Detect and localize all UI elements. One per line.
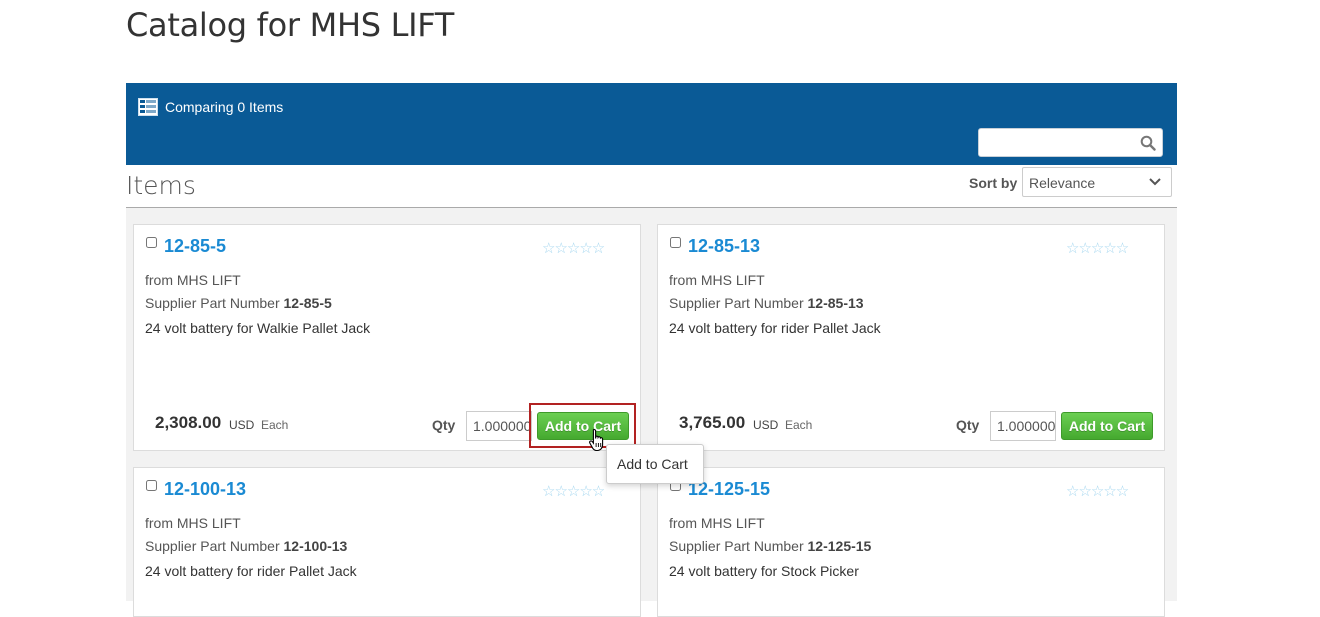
- product-name-link[interactable]: 12-85-13: [688, 236, 760, 257]
- currency: USD: [753, 418, 779, 432]
- product-description: 24 volt battery for Stock Picker: [669, 563, 859, 579]
- compare-checkbox[interactable]: [146, 237, 157, 248]
- add-to-cart-button[interactable]: Add to Cart: [1061, 412, 1153, 440]
- compare-checkbox[interactable]: [670, 237, 681, 248]
- compare-label[interactable]: Comparing 0 Items: [165, 99, 283, 115]
- product-description: 24 volt battery for rider Pallet Jack: [145, 563, 357, 579]
- supplier-name: from MHS LIFT: [669, 272, 765, 288]
- rating-stars-icon[interactable]: ☆☆☆☆☆: [1066, 239, 1129, 257]
- tooltip-text: Add to Cart: [617, 456, 688, 472]
- product-description: 24 volt battery for Walkie Pallet Jack: [145, 320, 371, 336]
- supplier-name: from MHS LIFT: [145, 515, 241, 531]
- compare-bar: Comparing 0 Items: [126, 83, 1177, 165]
- rating-stars-icon[interactable]: ☆☆☆☆☆: [542, 482, 605, 500]
- sort-select[interactable]: Relevance: [1022, 167, 1172, 197]
- supplier-name: from MHS LIFT: [145, 272, 241, 288]
- product-name-link[interactable]: 12-100-13: [164, 479, 246, 500]
- search-input[interactable]: [985, 129, 1139, 157]
- tooltip: Add to Cart: [606, 444, 704, 484]
- supplier-part-number: Supplier Part Number 12-100-13: [145, 538, 348, 554]
- search-icon[interactable]: [1140, 135, 1156, 151]
- price: 3,765.00: [679, 413, 746, 432]
- qty-input[interactable]: 1.000000: [466, 411, 532, 441]
- product-description: 24 volt battery for rider Pallet Jack: [669, 320, 881, 336]
- compare-checkbox[interactable]: [146, 480, 157, 491]
- supplier-part-number: Supplier Part Number 12-85-5: [145, 295, 332, 311]
- highlight-frame: [529, 403, 636, 448]
- compare-grid-icon[interactable]: [138, 98, 158, 116]
- sort-value: Relevance: [1029, 175, 1096, 191]
- chevron-down-icon: [1149, 178, 1161, 186]
- rating-stars-icon[interactable]: ☆☆☆☆☆: [542, 239, 605, 257]
- product-name-link[interactable]: 12-85-5: [164, 236, 226, 257]
- product-card: 12-85-13 ☆☆☆☆☆ from MHS LIFT Supplier Pa…: [657, 224, 1165, 451]
- supplier-name: from MHS LIFT: [669, 515, 765, 531]
- supplier-part-number: Supplier Part Number 12-125-15: [669, 538, 872, 554]
- unit-of-measure: Each: [785, 418, 813, 432]
- items-heading: Items: [126, 171, 196, 200]
- qty-label: Qty: [432, 417, 456, 433]
- unit-of-measure: Each: [261, 418, 289, 432]
- qty-input[interactable]: 1.000000: [990, 411, 1056, 441]
- currency: USD: [229, 418, 255, 432]
- product-card: 12-100-13 ☆☆☆☆☆ from MHS LIFT Supplier P…: [133, 467, 641, 617]
- supplier-part-number: Supplier Part Number 12-85-13: [669, 295, 864, 311]
- sort-label: Sort by: [969, 175, 1018, 191]
- product-card: 12-125-15 ☆☆☆☆☆ from MHS LIFT Supplier P…: [657, 467, 1165, 617]
- price: 2,308.00: [155, 413, 222, 432]
- qty-label: Qty: [956, 417, 980, 433]
- rating-stars-icon[interactable]: ☆☆☆☆☆: [1066, 482, 1129, 500]
- hand-cursor-icon: [589, 428, 604, 452]
- search-box[interactable]: [978, 128, 1163, 157]
- page-title: Catalog for MHS LIFT: [126, 6, 455, 44]
